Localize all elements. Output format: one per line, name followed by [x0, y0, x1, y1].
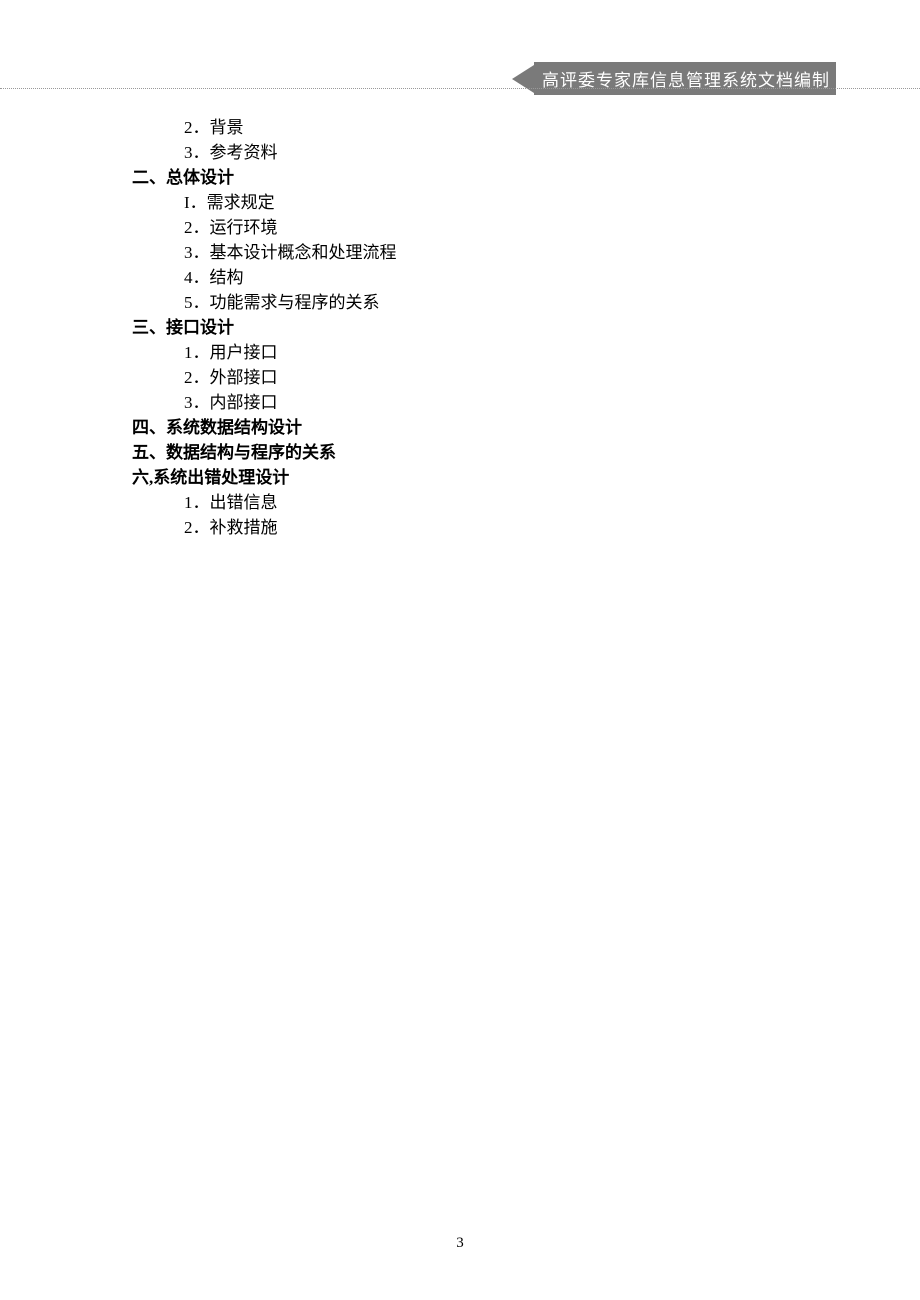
section-title: 四、系统数据结构设计	[132, 415, 397, 440]
outline-content: 2．背景 3．参考资料 二、总体设计 I．需求规定 2．运行环境 3．基本设计概…	[132, 115, 397, 540]
list-item: 5．功能需求与程序的关系	[184, 290, 397, 315]
header-divider	[0, 88, 920, 89]
section-title: 六,系统出错处理设计	[132, 465, 397, 490]
section-title: 五、数据结构与程序的关系	[132, 440, 397, 465]
list-item: 1．出错信息	[184, 490, 397, 515]
list-item: I．需求规定	[184, 190, 397, 215]
list-item: 4．结构	[184, 265, 397, 290]
list-item: 2．运行环境	[184, 215, 397, 240]
list-item: 3．参考资料	[184, 140, 397, 165]
list-item: 2．补救措施	[184, 515, 397, 540]
banner-text: 高评委专家库信息管理系统文档编制	[534, 62, 836, 95]
list-item: 1．用户接口	[184, 340, 397, 365]
page-number: 3	[0, 1235, 920, 1252]
list-item: 3．内部接口	[184, 390, 397, 415]
list-item: 2．外部接口	[184, 365, 397, 390]
list-item: 2．背景	[184, 115, 397, 140]
header-banner: 高评委专家库信息管理系统文档编制	[512, 62, 836, 95]
section-title: 二、总体设计	[132, 165, 397, 190]
section-title: 三、接口设计	[132, 315, 397, 340]
list-item: 3．基本设计概念和处理流程	[184, 240, 397, 265]
